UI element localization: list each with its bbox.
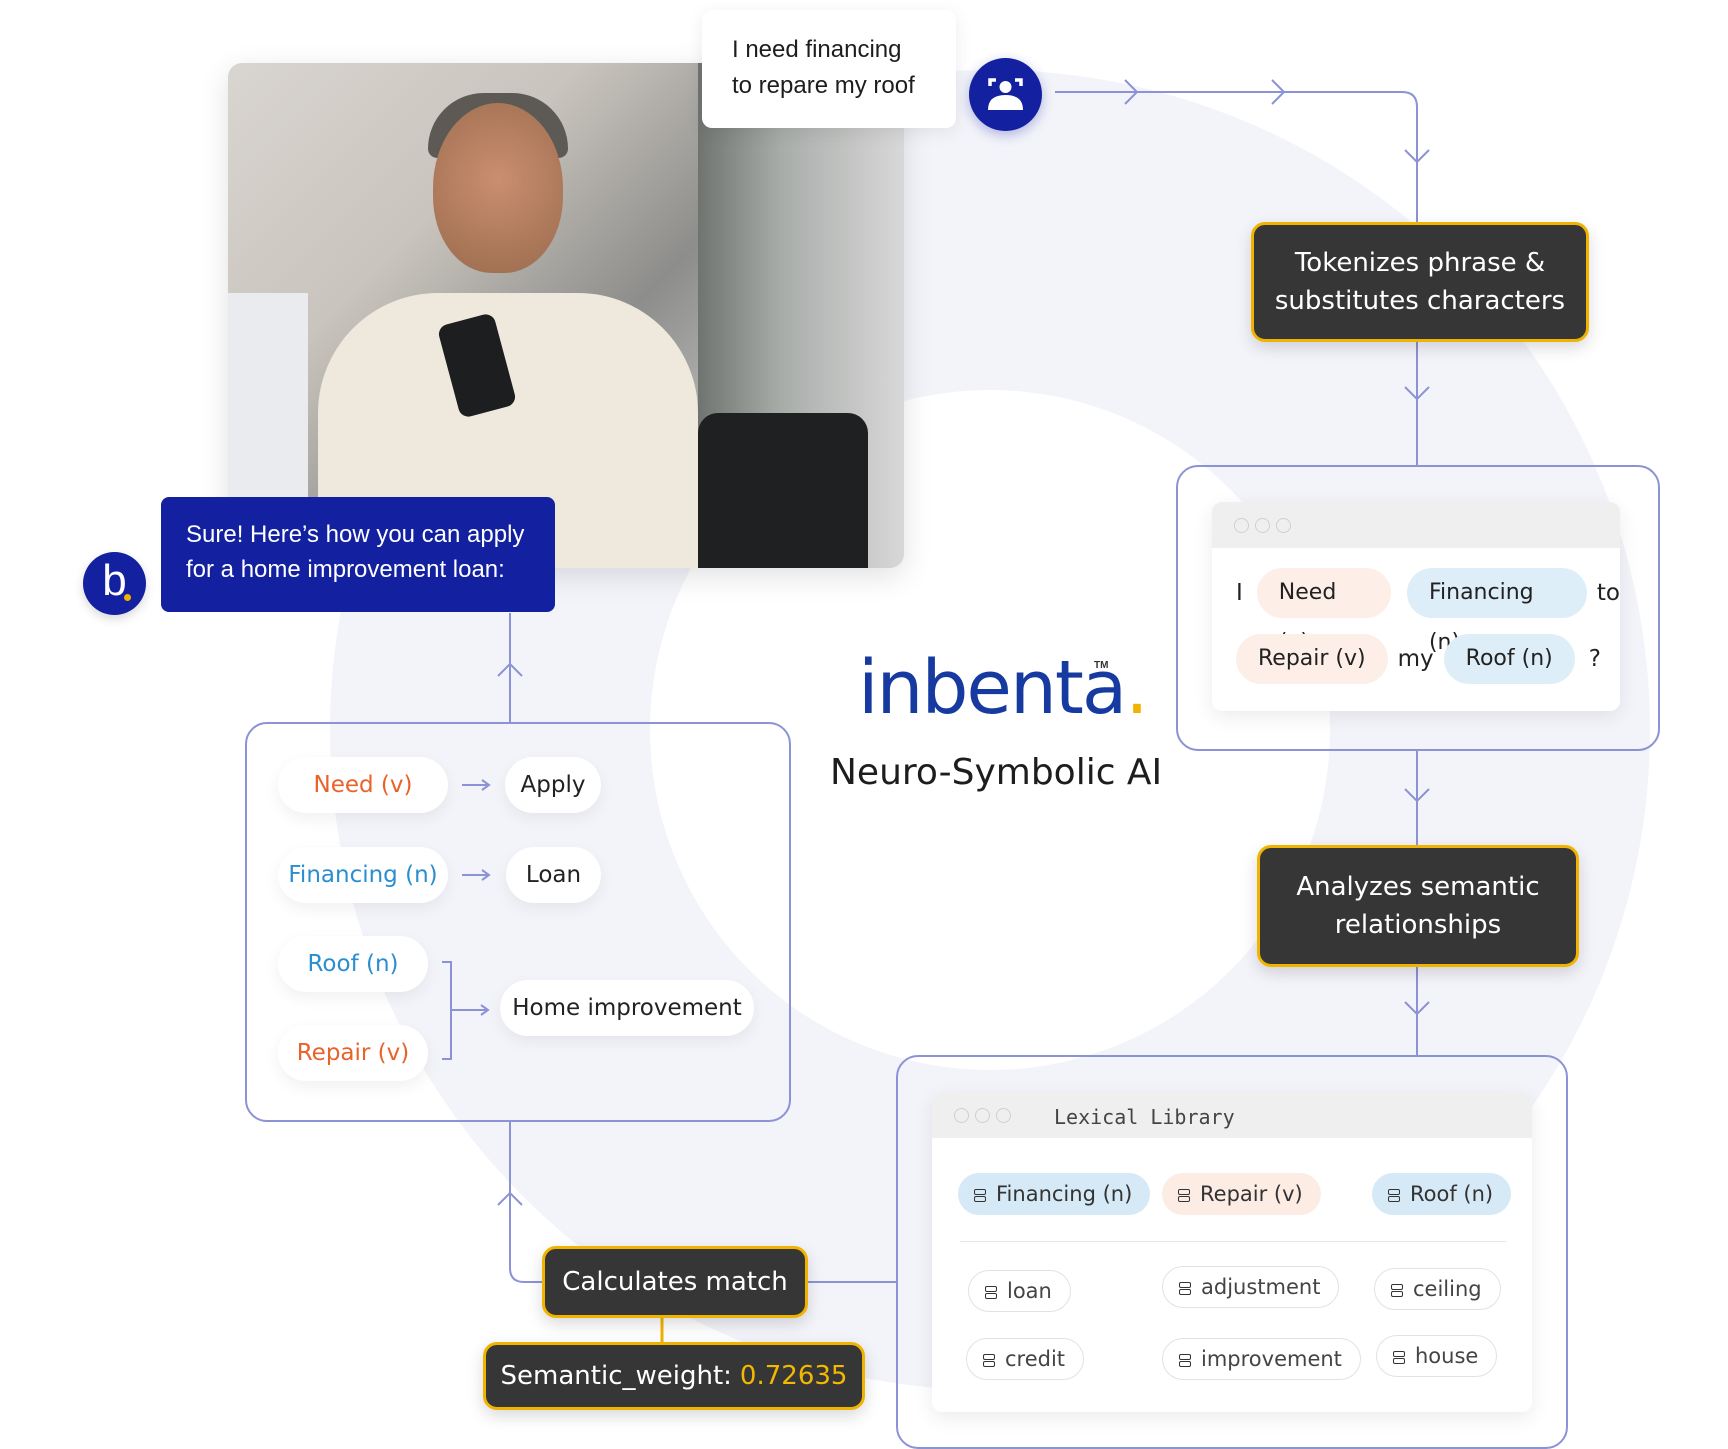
- connector-calculate-to-map: [509, 1120, 542, 1283]
- library-divider: [960, 1241, 1506, 1242]
- library-header-financing: Financing (n): [958, 1173, 1151, 1215]
- bot-message-bubble: Sure! Here’s how you can apply for a hom…: [161, 497, 555, 612]
- user-message-line2: to repare my roof: [732, 72, 915, 99]
- step-analyze: Analyzes semantic relationships: [1257, 845, 1579, 967]
- token-verb: Need (v): [1256, 568, 1391, 655]
- brand-subtitle: Neuro-Symbolic AI: [830, 752, 1163, 793]
- synonym-ceiling: ceiling: [1374, 1268, 1501, 1310]
- lexical-library-title: Lexical Library: [1054, 1105, 1235, 1129]
- library-header-repair: Repair (v): [1162, 1173, 1321, 1215]
- database-icon: [983, 1354, 995, 1367]
- bot-message-line2: for a home improvement loan:: [186, 556, 505, 583]
- database-icon: [1388, 1189, 1400, 1202]
- database-icon: [1391, 1284, 1403, 1297]
- synonym-credit: credit: [966, 1338, 1085, 1380]
- bot-avatar: b: [83, 552, 146, 615]
- database-icon: [974, 1189, 986, 1202]
- database-icon: [1179, 1354, 1191, 1367]
- token-row-1: I Need (v) Financing (n) to: [1236, 568, 1620, 655]
- database-icon: [1179, 1282, 1191, 1295]
- step-analyze-line2: relationships: [1334, 910, 1502, 940]
- step-tokenize-line2: substitutes characters: [1274, 286, 1566, 316]
- user-message-line1: I need financing: [732, 36, 902, 63]
- semantic-weight-value: 0.72635: [739, 1361, 848, 1391]
- token-plain: to: [1596, 580, 1620, 606]
- bot-avatar-dot: [124, 594, 131, 601]
- window-controls: [1234, 518, 1291, 533]
- inbenta-logo: inbenta.: [858, 645, 1149, 731]
- word-apply: Apply: [505, 757, 601, 813]
- word-loan: Loan: [506, 847, 601, 903]
- word-home-improvement: Home improvement: [500, 980, 754, 1036]
- window-controls: [954, 1108, 1011, 1123]
- semantic-weight-box: Semantic_weight: 0.72635: [483, 1342, 865, 1410]
- database-icon: [1393, 1351, 1405, 1364]
- user-avatar: [969, 58, 1042, 131]
- user-photo: [228, 63, 904, 568]
- token-plain: ?: [1588, 646, 1601, 672]
- synonym-house: house: [1376, 1335, 1498, 1377]
- token-noun: Roof (n): [1443, 634, 1575, 684]
- database-icon: [1178, 1189, 1190, 1202]
- lexical-library-window: Lexical Library Financing (n) Repair (v)…: [932, 1092, 1532, 1412]
- word-repair: Repair (v): [278, 1025, 428, 1081]
- word-financing: Financing (n): [278, 847, 448, 903]
- token-plain: I: [1236, 580, 1243, 606]
- word-need: Need (v): [278, 757, 448, 813]
- bot-message-line1: Sure! Here’s how you can apply: [186, 521, 525, 548]
- step-tokenize-line1: Tokenizes phrase &: [1294, 248, 1546, 278]
- step-analyze-line1: Analyzes semantic: [1296, 872, 1540, 902]
- synonym-loan: loan: [968, 1270, 1071, 1312]
- token-noun: Financing (n): [1406, 568, 1587, 655]
- step-tokenize: Tokenizes phrase & substitutes character…: [1251, 222, 1589, 342]
- semantic-weight-label: Semantic_weight:: [500, 1361, 732, 1391]
- database-icon: [985, 1286, 997, 1299]
- window-titlebar: Lexical Library: [932, 1092, 1532, 1138]
- token-verb: Repair (v): [1236, 634, 1388, 684]
- synonym-adjustment: adjustment: [1162, 1266, 1340, 1308]
- user-message-bubble: I need financing to repare my roof: [702, 10, 956, 128]
- step-calculate-label: Calculates match: [562, 1267, 788, 1297]
- trademark-mark: TM: [1094, 660, 1109, 671]
- connector-user-to-tokenize: [1055, 91, 1418, 222]
- library-header-roof: Roof (n): [1372, 1173, 1512, 1215]
- token-row-2: Repair (v) my Roof (n) ?: [1236, 634, 1601, 684]
- user-scan-icon: [988, 78, 1023, 110]
- token-plain: my: [1397, 646, 1434, 672]
- synonym-improvement: improvement: [1162, 1338, 1361, 1380]
- step-calculate-match: Calculates match: [542, 1246, 808, 1318]
- token-window: I Need (v) Financing (n) to Repair (v) m…: [1212, 502, 1620, 711]
- window-titlebar: [1212, 502, 1620, 548]
- word-roof: Roof (n): [278, 936, 428, 992]
